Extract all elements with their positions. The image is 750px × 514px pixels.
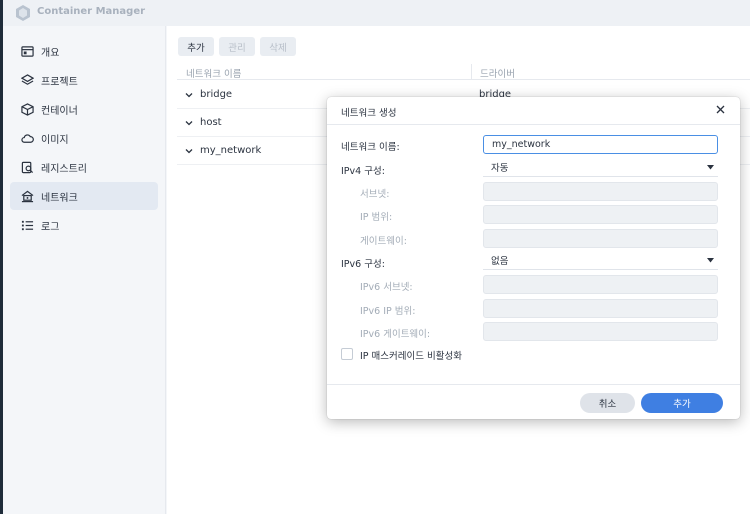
disable-ip-masquerade-checkbox[interactable] bbox=[341, 348, 353, 360]
network-name-cell: bridge bbox=[200, 89, 233, 100]
ip-range-label: IP 범위: bbox=[360, 212, 393, 223]
ipv6-ip-range-input[interactable] bbox=[483, 299, 718, 318]
ipv6-config-label: IPv6 구성: bbox=[341, 259, 385, 270]
ipv6-gateway-label: IPv6 게이트웨이: bbox=[360, 329, 431, 340]
ipv6-subnet-input[interactable] bbox=[483, 275, 718, 294]
divider bbox=[327, 124, 740, 125]
close-icon[interactable] bbox=[715, 104, 726, 115]
chevron-down-icon[interactable] bbox=[184, 90, 194, 100]
sidebar-item-overview[interactable]: 개요 bbox=[10, 37, 158, 65]
dropdown-caret-icon bbox=[707, 258, 714, 263]
project-icon bbox=[20, 73, 34, 87]
gateway-label: 게이트웨이: bbox=[360, 236, 407, 247]
sidebar-item-log[interactable]: 로그 bbox=[10, 211, 158, 239]
container-manager-logo-icon bbox=[16, 5, 30, 21]
overview-icon bbox=[20, 44, 34, 58]
sidebar-item-project[interactable]: 프로젝트 bbox=[10, 66, 158, 94]
gateway-input[interactable] bbox=[483, 229, 718, 248]
ipv6-ip-range-label: IPv6 IP 범위: bbox=[360, 306, 416, 317]
dialog-title: 네트워크 생성 bbox=[341, 108, 397, 119]
ip-range-input[interactable] bbox=[483, 205, 718, 224]
title-bar: Container Manager bbox=[3, 0, 750, 26]
cancel-button[interactable]: 취소 bbox=[580, 393, 635, 413]
sidebar-item-label: 개요 bbox=[41, 47, 60, 59]
app-title: Container Manager bbox=[37, 6, 146, 17]
disable-ip-masquerade-label[interactable]: IP 매스커레이드 비활성화 bbox=[360, 348, 462, 362]
add-button[interactable]: 추가 bbox=[178, 37, 214, 56]
chevron-down-icon[interactable] bbox=[184, 146, 194, 156]
network-name-cell: host bbox=[200, 117, 222, 128]
sidebar: 개요 프로젝트 컨테이너 이미지 레지스트리 네트워크 로그 bbox=[3, 26, 166, 514]
divider bbox=[327, 384, 740, 385]
sidebar-item-label: 이미지 bbox=[41, 134, 69, 146]
registry-icon bbox=[20, 160, 34, 174]
ipv4-config-label: IPv4 구성: bbox=[341, 166, 385, 177]
log-list-icon bbox=[20, 218, 34, 232]
sidebar-item-registry[interactable]: 레지스트리 bbox=[10, 153, 158, 181]
network-name-cell: my_network bbox=[200, 145, 262, 156]
sidebar-item-container[interactable]: 컨테이너 bbox=[10, 95, 158, 123]
column-header-network-name[interactable]: 네트워크 이름 bbox=[186, 66, 241, 80]
sidebar-item-label: 프로젝트 bbox=[41, 76, 78, 88]
table-header: 네트워크 이름 드라이버 bbox=[177, 62, 750, 80]
ipv4-config-value: 자동 bbox=[491, 163, 509, 174]
create-network-dialog: 네트워크 생성 네트워크 이름: my_network IPv4 구성: 자동 … bbox=[327, 97, 740, 419]
subnet-input[interactable] bbox=[483, 182, 718, 201]
sidebar-item-label: 레지스트리 bbox=[41, 163, 87, 175]
ipv6-config-select[interactable]: 없음 bbox=[483, 251, 718, 270]
ipv4-config-select[interactable]: 자동 bbox=[483, 158, 718, 177]
sidebar-item-label: 네트워크 bbox=[41, 192, 78, 204]
network-icon bbox=[20, 189, 34, 203]
ipv6-subnet-label: IPv6 서브넷: bbox=[360, 282, 413, 293]
chevron-down-icon[interactable] bbox=[184, 118, 194, 128]
container-icon bbox=[20, 102, 34, 116]
network-name-label: 네트워크 이름: bbox=[341, 142, 400, 153]
submit-add-button[interactable]: 추가 bbox=[641, 393, 723, 413]
dropdown-caret-icon bbox=[707, 165, 714, 170]
ipv6-gateway-input[interactable] bbox=[483, 322, 718, 341]
column-header-driver[interactable]: 드라이버 bbox=[471, 64, 515, 80]
ipv6-config-value: 없음 bbox=[491, 256, 509, 267]
sidebar-item-label: 컨테이너 bbox=[41, 105, 78, 117]
delete-button[interactable]: 삭제 bbox=[260, 37, 296, 56]
manage-button[interactable]: 관리 bbox=[219, 37, 255, 56]
network-name-input[interactable]: my_network bbox=[483, 135, 718, 154]
sidebar-item-network[interactable]: 네트워크 bbox=[10, 182, 158, 210]
sidebar-item-image[interactable]: 이미지 bbox=[10, 124, 158, 152]
subnet-label: 서브넷: bbox=[360, 189, 390, 200]
sidebar-item-label: 로그 bbox=[41, 221, 60, 233]
image-cloud-icon bbox=[20, 131, 34, 145]
